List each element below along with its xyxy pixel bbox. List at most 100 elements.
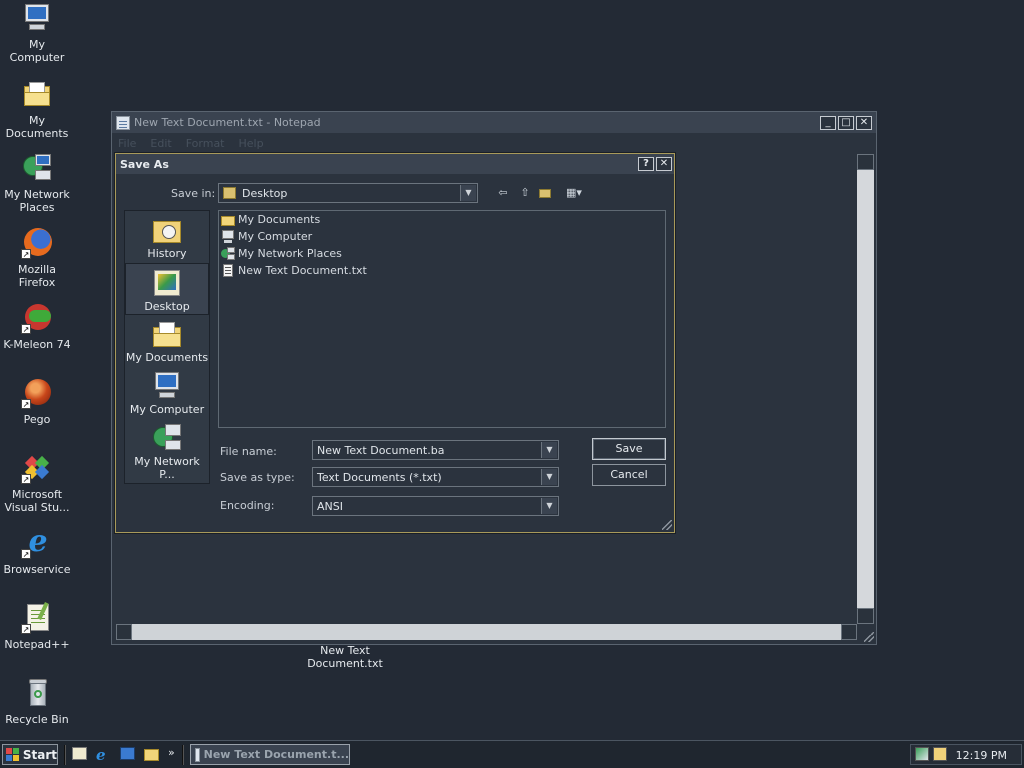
menu-format[interactable]: Format bbox=[186, 137, 225, 150]
desktop-icon-my-computer[interactable]: My Computer bbox=[0, 2, 74, 64]
scroll-left-button[interactable] bbox=[116, 624, 132, 640]
desktop-icon bbox=[152, 268, 182, 298]
file-list[interactable]: My Documents My Computer My Network Plac… bbox=[218, 210, 666, 428]
notepad-titlebar[interactable]: New Text Document.txt - Notepad _ □ ✕ bbox=[112, 112, 876, 133]
taskbar-item-label: New Text Document.t... bbox=[203, 748, 349, 761]
visual-studio-icon: ↗ bbox=[21, 452, 53, 484]
save-as-type-dropdown[interactable]: Text Documents (*.txt) ▼ bbox=[312, 467, 559, 487]
desktop-icon-visual-studio[interactable]: ↗ Microsoft Visual Stu... bbox=[0, 452, 74, 514]
firefox-icon: ↗ bbox=[21, 227, 53, 259]
dialog-close-button[interactable]: ✕ bbox=[656, 157, 672, 171]
minimize-button[interactable]: _ bbox=[820, 115, 836, 130]
desktop-icon-browservice[interactable]: e ↗ Browservice bbox=[0, 524, 74, 577]
desktop-icon-k-meleon[interactable]: ↗ K-Meleon 74 bbox=[0, 302, 74, 351]
place-my-computer[interactable]: My Computer bbox=[125, 367, 209, 419]
encoding-dropdown[interactable]: ANSI ▼ bbox=[312, 496, 559, 516]
kmeleon-icon: ↗ bbox=[21, 302, 53, 334]
desktop-icon-notepadpp[interactable]: ↗ Notepad++ bbox=[0, 601, 74, 651]
folder-search-icon[interactable] bbox=[144, 747, 160, 763]
start-label: Start bbox=[22, 747, 57, 762]
close-button[interactable]: ✕ bbox=[856, 115, 872, 130]
show-desktop-icon[interactable] bbox=[72, 747, 88, 763]
back-icon[interactable]: ⇦ bbox=[494, 185, 512, 201]
notepad-horizontal-scrollbar[interactable] bbox=[116, 624, 857, 640]
list-item[interactable]: My Computer bbox=[219, 228, 665, 245]
cancel-button[interactable]: Cancel bbox=[592, 464, 666, 486]
ie-icon: e ↗ bbox=[21, 524, 48, 559]
network-icon bbox=[152, 423, 182, 453]
desktop-file-label[interactable]: New Text Document.txt bbox=[305, 644, 385, 670]
desktop-icon-mozilla-firefox[interactable]: ↗ Mozilla Firefox bbox=[0, 227, 74, 289]
list-item[interactable]: My Documents bbox=[219, 211, 665, 228]
up-folder-icon[interactable]: ⇧ bbox=[516, 185, 534, 201]
maximize-button[interactable]: □ bbox=[838, 115, 854, 130]
system-tray: 12:19 PM bbox=[910, 744, 1022, 765]
encoding-label: Encoding: bbox=[220, 499, 275, 512]
view-menu-icon[interactable]: ▦▾ bbox=[562, 185, 586, 201]
desktop-icon-label: My Network Places bbox=[4, 188, 70, 214]
scroll-down-button[interactable] bbox=[857, 608, 874, 624]
recycle-bin-icon bbox=[21, 677, 53, 709]
save-in-dropdown[interactable]: Desktop ▼ bbox=[218, 183, 478, 203]
list-item[interactable]: New Text Document.txt bbox=[219, 262, 665, 279]
scroll-track[interactable] bbox=[857, 170, 874, 608]
tray-app-icon[interactable] bbox=[933, 747, 947, 761]
list-item[interactable]: My Network Places bbox=[219, 245, 665, 262]
menu-edit[interactable]: Edit bbox=[150, 137, 171, 150]
save-as-dialog: Save As ? ✕ Save in: Desktop ▼ ⇦ ⇧ ▦▾ Hi… bbox=[115, 153, 675, 533]
notepad-menubar: File Edit Format Help bbox=[112, 133, 876, 153]
place-my-network[interactable]: My Network P... bbox=[125, 419, 209, 481]
dialog-title: Save As bbox=[120, 157, 169, 171]
pego-icon: ↗ bbox=[21, 377, 53, 409]
folder-icon bbox=[221, 213, 235, 226]
scroll-up-button[interactable] bbox=[857, 154, 874, 170]
new-folder-icon[interactable] bbox=[536, 185, 554, 201]
menu-help[interactable]: Help bbox=[239, 137, 264, 150]
start-button[interactable]: Start bbox=[2, 744, 58, 765]
chevron-down-icon[interactable]: ▼ bbox=[541, 442, 557, 458]
resize-grip[interactable] bbox=[864, 632, 874, 642]
outlook-icon[interactable] bbox=[120, 747, 136, 763]
shortcut-arrow-icon: ↗ bbox=[21, 624, 31, 634]
place-desktop[interactable]: Desktop bbox=[125, 263, 209, 315]
quicklaunch-more-icon[interactable]: » bbox=[168, 746, 175, 759]
desktop-icon-label: Notepad++ bbox=[4, 638, 70, 651]
place-label: History bbox=[147, 247, 187, 260]
computer-icon bbox=[152, 371, 182, 401]
place-history[interactable]: History bbox=[125, 211, 209, 263]
desktop-icon-pego[interactable]: ↗ Pego bbox=[0, 377, 74, 426]
desktop-icon-my-network-places[interactable]: My Network Places bbox=[0, 152, 74, 214]
notepad-title: New Text Document.txt - Notepad bbox=[134, 116, 321, 129]
file-name-input[interactable]: New Text Document.ba ▼ bbox=[312, 440, 559, 460]
file-name: My Documents bbox=[238, 213, 321, 226]
notepadpp-icon: ↗ bbox=[21, 601, 53, 634]
place-my-documents[interactable]: My Documents bbox=[125, 315, 209, 367]
desktop-icon-label: K-Meleon 74 bbox=[3, 338, 71, 351]
notepad-icon bbox=[195, 747, 200, 762]
network-icon bbox=[221, 247, 235, 260]
clock: 12:19 PM bbox=[955, 749, 1007, 762]
notepad-vertical-scrollbar[interactable] bbox=[857, 154, 874, 624]
notepad-icon bbox=[116, 115, 130, 130]
place-label: My Documents bbox=[125, 351, 209, 364]
save-button[interactable]: Save bbox=[592, 438, 666, 460]
chevron-down-icon: ▼ bbox=[541, 498, 557, 514]
file-name: My Network Places bbox=[238, 247, 342, 260]
quicklaunch-separator bbox=[64, 745, 66, 765]
taskbar-item-notepad[interactable]: New Text Document.t... bbox=[190, 744, 350, 765]
network-tray-icon[interactable] bbox=[915, 747, 929, 761]
desktop-icon-recycle-bin[interactable]: Recycle Bin bbox=[0, 677, 74, 726]
menu-file[interactable]: File bbox=[118, 137, 136, 150]
file-name-label: File name: bbox=[220, 445, 277, 458]
scroll-right-button[interactable] bbox=[841, 624, 857, 640]
taskbar: Start e » New Text Document.t... 12:19 P… bbox=[0, 740, 1024, 768]
resize-grip[interactable] bbox=[662, 520, 672, 530]
text-file-icon bbox=[221, 264, 235, 277]
desktop-icon-my-documents[interactable]: My Documents bbox=[0, 78, 74, 140]
help-button[interactable]: ? bbox=[638, 157, 654, 171]
ie-icon[interactable]: e bbox=[96, 747, 112, 763]
chevron-down-icon: ▼ bbox=[460, 185, 476, 201]
dialog-titlebar[interactable]: Save As ? ✕ bbox=[116, 154, 674, 174]
save-in-label: Save in: bbox=[171, 187, 216, 200]
desktop-icon-label: Recycle Bin bbox=[5, 713, 69, 726]
